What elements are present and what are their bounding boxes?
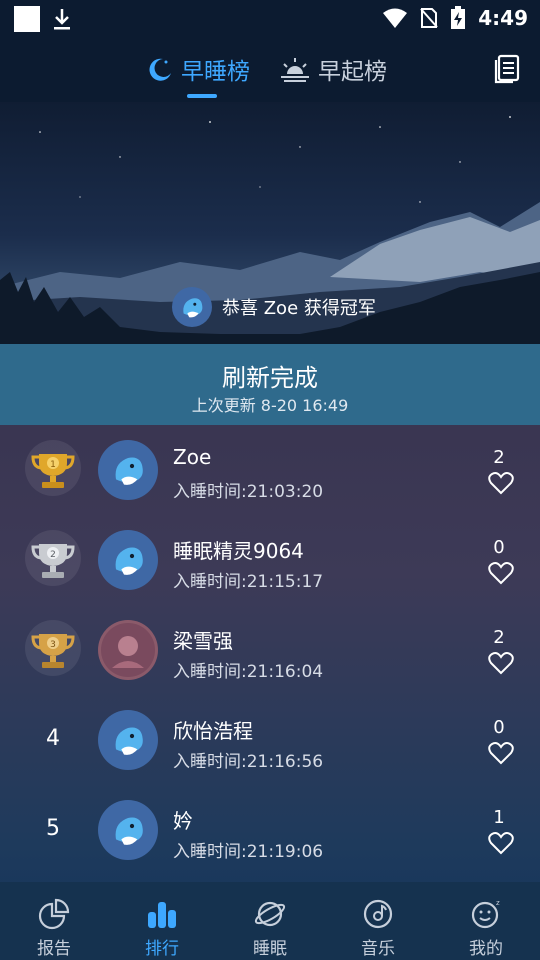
avatar[interactable] xyxy=(98,800,158,860)
avatar[interactable] xyxy=(98,620,158,680)
music-disc-icon xyxy=(363,899,393,929)
sleep-time: 入睡时间:21:19:06 xyxy=(173,842,324,862)
nav-label: 睡眠 xyxy=(253,939,287,959)
list-item[interactable]: 3 梁雪强 入睡时间:21:16:04 2 xyxy=(0,605,540,695)
heart-icon[interactable] xyxy=(488,831,514,855)
sleep-time: 入睡时间:21:16:04 xyxy=(173,662,324,682)
avatar[interactable] xyxy=(98,710,158,770)
tab-early-sleep[interactable]: 早睡榜 xyxy=(145,52,250,86)
list-item[interactable]: 1 Zoe 入睡时间:21:03:20 2 xyxy=(0,425,540,515)
rank-badge: 2 xyxy=(22,527,84,589)
svg-text:1: 1 xyxy=(50,460,56,470)
sleep-time: 入睡时间:21:16:56 xyxy=(173,752,324,772)
dolphin-avatar-icon xyxy=(115,457,143,485)
user-name: 妗 xyxy=(173,809,193,833)
clock: 4:49 xyxy=(478,6,528,30)
rank-badge: 3 xyxy=(22,617,84,679)
status-bar: 4:49 xyxy=(0,0,540,38)
heart-icon[interactable] xyxy=(488,651,514,675)
like-count: 0 xyxy=(493,717,505,738)
bronze-trophy-icon: 3 xyxy=(25,620,81,676)
planet-icon xyxy=(254,901,286,927)
user-photo-icon xyxy=(101,623,155,677)
heart-icon[interactable] xyxy=(488,741,514,765)
rank-badge: 1 xyxy=(22,437,84,499)
document-list-icon[interactable] xyxy=(494,54,520,84)
notification-square-icon xyxy=(14,6,40,32)
nav-label: 报告 xyxy=(37,939,71,959)
sleep-time: 入睡时间:21:15:17 xyxy=(173,572,324,592)
user-name: 睡眠精灵9064 xyxy=(173,539,304,563)
download-icon xyxy=(54,9,70,30)
dolphin-avatar-icon xyxy=(115,727,143,755)
like-count: 0 xyxy=(493,537,505,558)
heart-icon[interactable] xyxy=(488,561,514,585)
no-sim-icon xyxy=(420,8,438,28)
banner: 恭喜 Zoe 获得冠军 xyxy=(0,102,540,344)
tab-label: 早起榜 xyxy=(318,59,387,85)
nav-label: 排行 xyxy=(145,939,179,959)
battery-charging-icon xyxy=(451,6,466,29)
champion-announcement: 恭喜 Zoe 获得冠军 xyxy=(172,287,376,327)
heart-icon[interactable] xyxy=(488,471,514,495)
rank-number: 5 xyxy=(46,815,60,841)
avatar[interactable] xyxy=(98,530,158,590)
ranking-list: 1 Zoe 入睡时间:21:03:20 2 2 睡眠精灵9064 入睡时间:21… xyxy=(0,425,540,875)
nav-label: 音乐 xyxy=(361,939,395,959)
dolphin-avatar-icon xyxy=(115,817,143,845)
top-nav: 早睡榜 早起榜 xyxy=(0,38,540,102)
last-update-text: 上次更新 8-20 16:49 xyxy=(191,396,349,415)
rank-number: 4 xyxy=(46,725,60,751)
tab-early-rise[interactable]: 早起榜 xyxy=(280,52,387,86)
nav-item-sleep[interactable]: 睡眠 xyxy=(216,882,324,960)
nav-item-report[interactable]: 报告 xyxy=(0,882,108,960)
list-item[interactable]: 2 睡眠精灵9064 入睡时间:21:15:17 0 xyxy=(0,515,540,605)
dolphin-avatar-icon xyxy=(115,547,143,575)
svg-text:2: 2 xyxy=(50,550,56,560)
silver-trophy-icon: 2 xyxy=(25,530,81,586)
like-count: 1 xyxy=(493,807,505,828)
bottom-nav: 报告 排行 睡眠 音乐 z 我的 xyxy=(0,882,540,960)
refresh-title: 刷新完成 xyxy=(222,364,318,392)
svg-text:z: z xyxy=(496,899,500,907)
avatar xyxy=(172,287,212,327)
list-item[interactable]: 4 欣怡浩程 入睡时间:21:16:56 0 xyxy=(0,695,540,785)
sunrise-icon xyxy=(281,58,309,82)
tab-label: 早睡榜 xyxy=(181,59,250,85)
active-tab-indicator xyxy=(187,94,217,98)
pie-chart-icon xyxy=(38,898,70,930)
sleep-time: 入睡时间:21:03:20 xyxy=(173,482,324,502)
like-count: 2 xyxy=(493,447,505,468)
user-name: Zoe xyxy=(173,445,212,469)
dolphin-avatar-icon xyxy=(183,298,203,318)
nav-item-ranking[interactable]: 排行 xyxy=(108,882,216,960)
bar-chart-icon xyxy=(148,902,176,928)
refresh-status-bar: 刷新完成 上次更新 8-20 16:49 xyxy=(0,344,540,425)
nav-item-music[interactable]: 音乐 xyxy=(324,882,432,960)
avatar[interactable] xyxy=(98,440,158,500)
like-count: 2 xyxy=(493,627,505,648)
smile-icon: z xyxy=(471,899,500,929)
nav-item-mine[interactable]: z 我的 xyxy=(432,882,540,960)
nav-label: 我的 xyxy=(469,939,503,959)
list-item[interactable]: 5 妗 入睡时间:21:19:06 1 xyxy=(0,785,540,875)
svg-text:3: 3 xyxy=(50,640,56,650)
user-name: 欣怡浩程 xyxy=(173,719,253,743)
wifi-icon xyxy=(383,8,408,28)
user-name: 梁雪强 xyxy=(173,629,233,653)
gold-trophy-icon: 1 xyxy=(25,440,81,496)
champion-text: 恭喜 Zoe 获得冠军 xyxy=(222,298,376,319)
moon-icon xyxy=(149,58,171,81)
